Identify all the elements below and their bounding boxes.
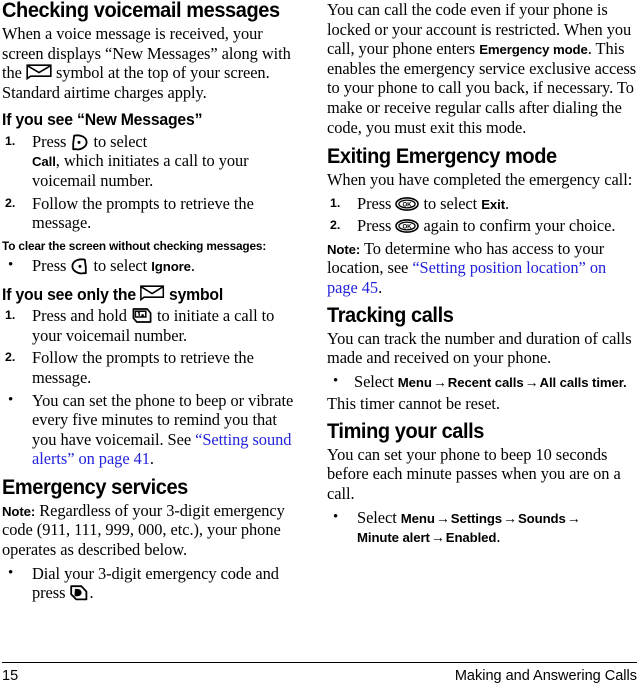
list-item: • Dial your 3-digit emergency code and pr…	[2, 564, 304, 603]
paragraph-emergency-note: Note: Regardless of your 3-digit emergen…	[2, 501, 304, 560]
heading-to-clear-the-screen: To clear the screen without checking mes…	[2, 238, 267, 253]
list-item: 2. Follow the prompts to retrieve the mes…	[2, 194, 304, 233]
note-text-b: .	[378, 278, 383, 298]
envelope-icon	[140, 285, 165, 301]
exit-step1-text-b: to select	[419, 193, 482, 213]
list-marker: 2.	[5, 350, 16, 365]
arrow-icon: →	[566, 509, 581, 526]
bullet-ignore-text-b: to select	[89, 256, 152, 276]
step1-text-a: Press	[32, 131, 71, 151]
list-item: • Select Menu→Recent calls→All calls time…	[327, 372, 637, 392]
bullet-glyph: •	[333, 508, 339, 525]
list-item: 2. Follow the prompts to retrieve the mes…	[2, 348, 304, 387]
bullet-glyph: •	[8, 257, 14, 274]
page-footer: 15 Making and Answering Calls	[2, 662, 637, 686]
bullet-glyph: •	[8, 391, 14, 408]
ui-string-settings: Settings	[450, 510, 503, 526]
bullet-ignore-text-a: Press	[32, 256, 71, 276]
paragraph-emergency-mode: You can call the code even if your phone…	[327, 0, 637, 137]
ui-string-all-calls-timer: All calls timer.	[539, 374, 627, 390]
paragraph-exiting-intro: When you have completed the emergency ca…	[327, 170, 633, 190]
paragraph-timer-cannot-reset: This timer cannot be reset.	[327, 394, 500, 414]
arrow-icon: →	[435, 509, 450, 526]
list-marker: 1.	[330, 195, 341, 210]
bullet-ignore-text-c: .	[190, 256, 195, 276]
list-marker: 2.	[5, 195, 16, 210]
bullet-glyph: •	[333, 372, 339, 389]
page-number: 15	[2, 668, 19, 684]
ui-string-minute-alert: Minute alert	[357, 530, 430, 546]
right-column: You can call the code even if your phone…	[327, 0, 637, 550]
list-item: • Select Menu→Settings→Sounds→ Minute ale…	[327, 508, 637, 547]
bullet-dial-text-b: .	[89, 583, 94, 603]
exit-step1-text-c: .	[505, 193, 510, 213]
list-marker: 2.	[330, 218, 341, 233]
svg-text:OK: OK	[403, 201, 413, 208]
list-item: 1. Press OK to select Exit.	[327, 194, 637, 214]
ui-string-enabled: Enabled	[445, 530, 497, 546]
exit-step2-text-b: again to confirm your choice.	[419, 216, 616, 236]
timing-period: .	[496, 527, 501, 547]
list-item: 1. Press and hold to initiate a call to y…	[2, 306, 304, 345]
right-soft-key-icon	[70, 258, 89, 275]
paragraph-tracking: You can track the number and duration of…	[327, 328, 632, 368]
send-key-icon	[69, 584, 89, 602]
manual-page: Checking voicemail messages When a voice…	[0, 0, 639, 690]
bullet-glyph: •	[8, 564, 14, 581]
ui-string-ignore: Ignore	[151, 259, 191, 275]
timing-select-text: Select	[357, 507, 401, 527]
ui-string-menu: Menu	[400, 510, 435, 526]
voicemail-one-key-icon	[131, 307, 153, 325]
paragraph-voicemail-intro: When a voice message is received, your s…	[2, 24, 304, 102]
note-text: Regardless of your 3-digit emergency cod…	[2, 500, 285, 560]
heading-checking-voicemail-messages: Checking voicemail messages	[2, 0, 280, 22]
heading-tracking-calls: Tracking calls	[327, 302, 454, 327]
heading-only-symbol-text-b: symbol	[164, 284, 224, 304]
svg-text:OK: OK	[403, 224, 413, 231]
exit-step1-text-a: Press	[357, 193, 396, 213]
only-step1-text-a: Press and hold	[32, 306, 131, 326]
list-item: 2. Press OK again to confirm your choice.	[327, 216, 637, 236]
ok-key-icon: OK	[395, 219, 420, 234]
left-column: Checking voicemail messages When a voice…	[2, 0, 304, 606]
exit-step2-text-a: Press	[357, 216, 396, 236]
note-label: Note:	[327, 241, 361, 257]
step1-text-c: , which initiates a call to your voicema…	[32, 151, 249, 190]
list-item: • Press to select Ignore.	[2, 256, 304, 276]
ok-key-icon: OK	[395, 196, 420, 211]
two-column-body: Checking voicemail messages When a voice…	[0, 0, 639, 645]
chapter-title: Making and Answering Calls	[454, 668, 637, 684]
envelope-icon	[26, 64, 52, 81]
only-step2-text: Follow the prompts to retrieve the messa…	[32, 348, 254, 387]
heading-if-you-see-only-symbol: If you see only the symbol	[2, 285, 289, 303]
tracking-select-text: Select	[354, 371, 398, 391]
paragraph-location-note: Note: To determine who has access to you…	[327, 239, 637, 298]
ui-string-call: Call	[32, 154, 56, 170]
heading-if-you-see-new-messages: If you see “New Messages”	[2, 110, 203, 130]
list-marker: 1.	[5, 308, 16, 323]
left-soft-key-icon	[70, 134, 89, 151]
arrow-icon: →	[524, 373, 539, 390]
arrow-icon: →	[430, 529, 445, 546]
list-marker: 1.	[5, 133, 16, 148]
list-item: • You can set the phone to beep or vibrat…	[2, 391, 304, 469]
heading-timing-your-calls: Timing your calls	[327, 418, 484, 443]
bullet-beep-text-b: .	[149, 449, 154, 469]
ui-string-sounds: Sounds	[517, 510, 566, 526]
arrow-icon: →	[432, 373, 447, 390]
heading-only-symbol-text-a: If you see only the	[2, 284, 141, 304]
arrow-icon: →	[503, 509, 517, 526]
ui-string-emergency-mode: Emergency mode	[479, 42, 588, 58]
note-label: Note:	[2, 503, 36, 519]
ui-string-exit: Exit	[481, 196, 506, 212]
ui-string-menu: Menu	[397, 374, 432, 390]
heading-exiting-emergency-mode: Exiting Emergency mode	[327, 144, 557, 169]
step2-text: Follow the prompts to retrieve the messa…	[32, 193, 254, 233]
footer-divider	[2, 662, 637, 664]
list-item: 1. Press to select Call, which initiates …	[2, 132, 304, 191]
heading-emergency-services: Emergency services	[2, 474, 188, 499]
ui-string-recent-calls: Recent calls	[447, 374, 524, 390]
step1-text-b: to select	[89, 131, 148, 151]
paragraph-timing: You can set your phone to beep 10 second…	[327, 444, 621, 504]
